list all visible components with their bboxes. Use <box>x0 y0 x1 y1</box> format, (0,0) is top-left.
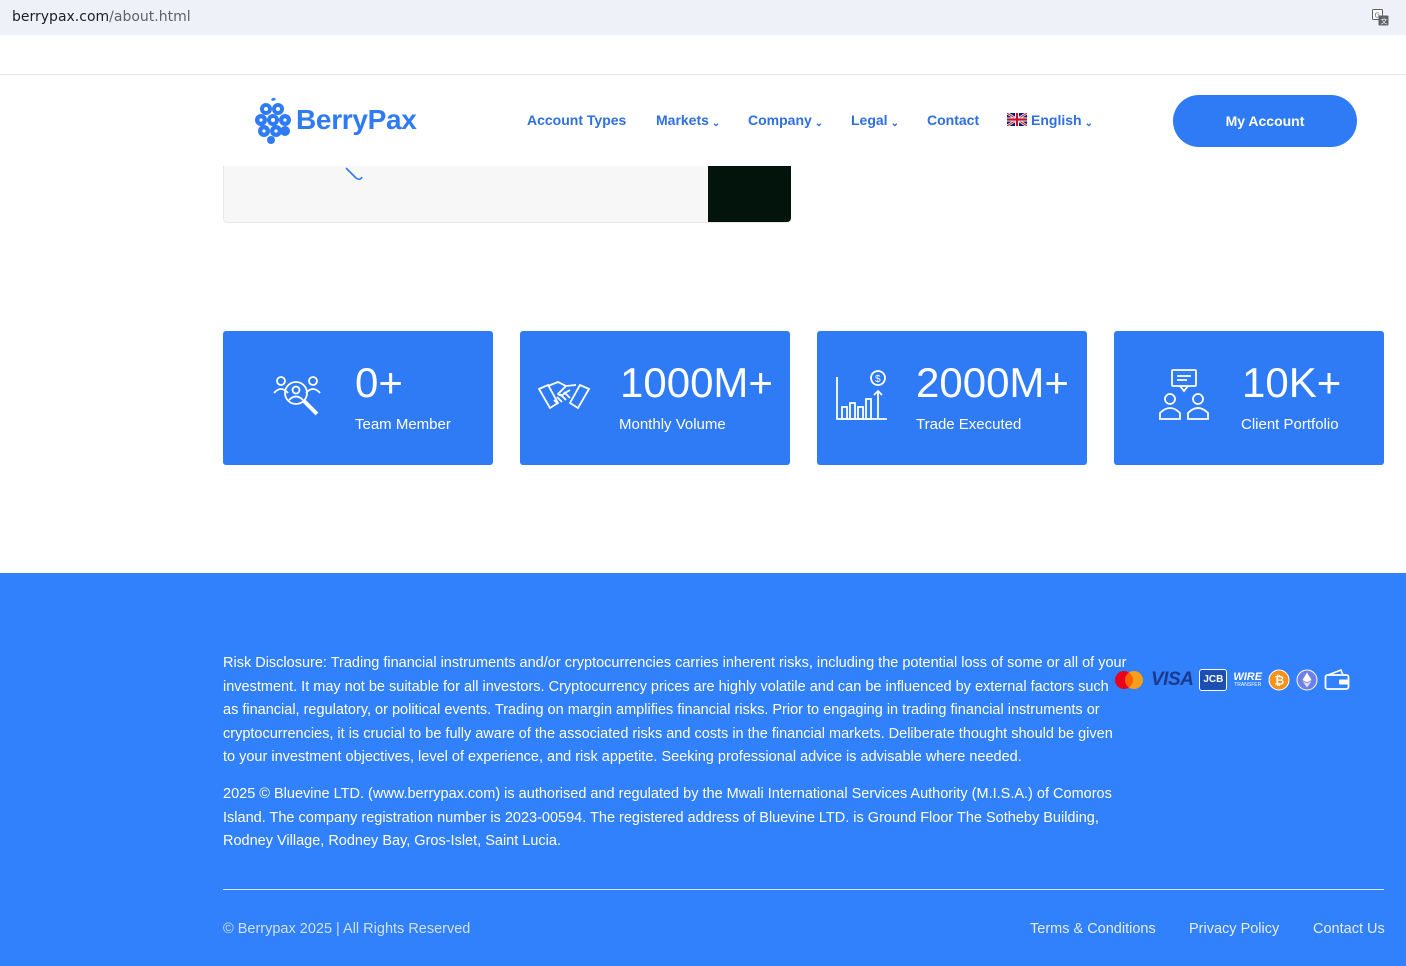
team-search-icon <box>273 376 321 416</box>
stat-value: 0+ <box>355 359 403 406</box>
visa-icon: VISA <box>1151 669 1194 690</box>
stat-value: 1000M+ <box>620 359 773 406</box>
nav-account-types[interactable]: Account Types <box>527 112 626 128</box>
stat-card-volume: 1000M+ Monthly Volume <box>520 331 790 465</box>
stat-label: Trade Executed <box>916 416 1022 433</box>
url-text[interactable]: berrypax.com/about.html <box>12 9 191 25</box>
terms-link[interactable]: Terms & Conditions <box>1030 921 1156 937</box>
wallet-icon <box>1324 669 1350 690</box>
wire-transfer-icon: WIRE TRANSFER <box>1233 672 1262 688</box>
chevron-down-icon: ⌄ <box>711 118 721 129</box>
svg-text:₿: ₿ <box>1275 674 1285 688</box>
footer-divider <box>223 889 1384 890</box>
language-label: English <box>1031 112 1082 128</box>
berry-logo-icon <box>255 97 291 144</box>
nav-legal[interactable]: Legal ⌄ <box>851 112 899 129</box>
contact-us-link[interactable]: Contact Us <box>1313 921 1385 937</box>
ethereum-icon <box>1296 669 1318 691</box>
url-domain: berrypax.com <box>12 9 110 25</box>
translate-icon[interactable]: G 文 <box>1372 9 1389 26</box>
jcb-icon: JCB <box>1199 669 1228 691</box>
nav-company[interactable]: Company ⌄ <box>748 112 824 129</box>
site-logo[interactable]: BerryPax <box>254 96 417 144</box>
chevron-down-icon: ⌄ <box>1084 118 1093 129</box>
stat-label: Client Portfolio <box>1241 416 1339 433</box>
language-selector[interactable]: English ⌄ <box>1007 112 1093 129</box>
browser-address-bar[interactable]: berrypax.com/about.html G 文 <box>0 0 1406 35</box>
stat-value: 2000M+ <box>916 359 1069 406</box>
svg-text:G: G <box>1375 12 1380 20</box>
stat-label: Team Member <box>355 416 451 433</box>
bitcoin-icon: ₿ <box>1268 669 1290 691</box>
nav-legal-label: Legal <box>851 112 888 128</box>
copyright-text: © Berrypax 2025 | All Rights Reserved <box>223 921 471 937</box>
chevron-down-icon: ⌄ <box>890 118 899 129</box>
stat-card-clients: 10K+ Client Portfolio <box>1114 331 1384 465</box>
paperclip-icon <box>345 167 363 181</box>
growth-chart-icon: $ <box>836 370 887 420</box>
svg-text:$: $ <box>875 374 881 385</box>
risk-disclosure: Risk Disclosure: Trading financial instr… <box>223 655 1127 765</box>
svg-text:文: 文 <box>1381 17 1388 26</box>
chevron-down-icon: ⌄ <box>814 118 824 129</box>
nav-contact[interactable]: Contact <box>927 112 979 128</box>
mastercard-icon <box>1115 671 1143 689</box>
nav-company-label: Company <box>748 112 812 128</box>
site-footer: Risk Disclosure: Trading financial instr… <box>0 573 1406 966</box>
nav-markets-label: Markets <box>656 112 709 128</box>
uk-flag-icon <box>1007 113 1027 126</box>
wire-subtext: TRANSFER <box>1234 682 1262 688</box>
handshake-icon <box>537 381 591 410</box>
stat-card-trades: $ 2000M+ Trade Executed <box>817 331 1087 465</box>
my-account-button[interactable]: My Account <box>1173 95 1357 147</box>
company-registration-info: 2025 © Bluevine LTD. (www.berrypax.com) … <box>223 786 1112 849</box>
payment-methods: VISA JCB WIRE TRANSFER ₿ <box>1113 667 1356 693</box>
stat-value: 10K+ <box>1242 359 1342 406</box>
client-portfolio-icon <box>1159 369 1209 420</box>
logo-text: BerryPax <box>296 104 417 135</box>
url-path: /about.html <box>109 9 191 25</box>
site-header: BerryPax Account Types Markets ⌄ Company ⌄… <box>0 76 1406 166</box>
nav-markets[interactable]: Markets ⌄ <box>656 112 721 129</box>
page-top-spacer <box>0 35 1406 75</box>
stat-card-team: 0+ Team Member <box>223 331 493 465</box>
privacy-link[interactable]: Privacy Policy <box>1189 921 1279 937</box>
stat-label: Monthly Volume <box>619 416 726 433</box>
